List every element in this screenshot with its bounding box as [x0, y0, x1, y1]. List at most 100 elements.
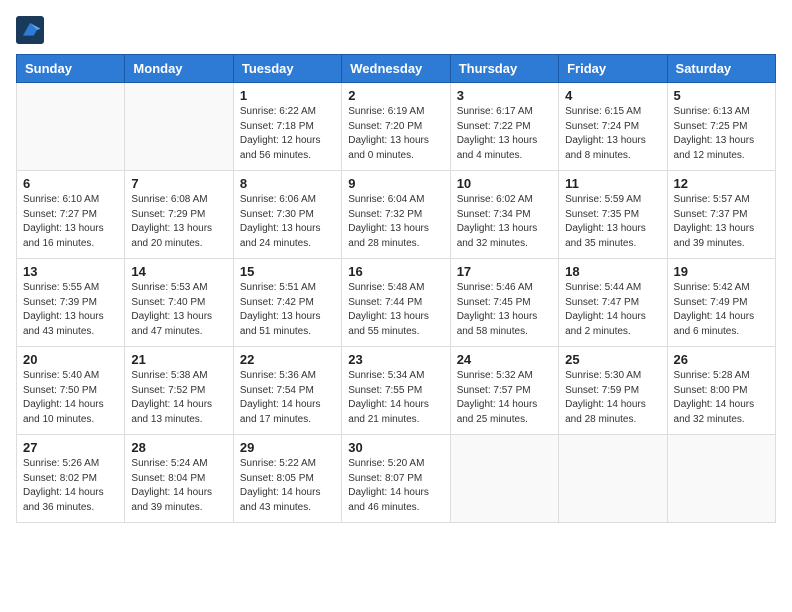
day-info: Sunrise: 6:08 AM Sunset: 7:29 PM Dayligh…: [131, 193, 226, 251]
day-number: 18: [565, 264, 660, 279]
calendar-cell: 7 Sunrise: 6:08 AM Sunset: 7:29 PM Daylig…: [125, 171, 233, 259]
day-info: Sunrise: 5:51 AM Sunset: 7:42 PM Dayligh…: [240, 281, 335, 339]
calendar-cell: 10 Sunrise: 6:02 AM Sunset: 7:34 PM Dayli…: [450, 171, 558, 259]
day-number: 2: [348, 88, 443, 103]
day-number: 9: [348, 176, 443, 191]
calendar-cell: 1 Sunrise: 6:22 AM Sunset: 7:18 PM Daylig…: [233, 83, 341, 171]
day-info: Sunrise: 6:02 AM Sunset: 7:34 PM Dayligh…: [457, 193, 552, 251]
day-number: 28: [131, 440, 226, 455]
week-row-2: 6Sunrise: 6:10 AM Sunset: 7:27 PM Daylig…: [17, 171, 776, 259]
calendar-cell: 23 Sunrise: 5:34 AM Sunset: 7:55 PM Dayli…: [342, 347, 450, 435]
day-info: Sunrise: 5:46 AM Sunset: 7:45 PM Dayligh…: [457, 281, 552, 339]
day-info: Sunrise: 5:59 AM Sunset: 7:35 PM Dayligh…: [565, 193, 660, 251]
weekday-header-saturday: Saturday: [667, 55, 775, 83]
day-info: Sunrise: 6:04 AM Sunset: 7:32 PM Dayligh…: [348, 193, 443, 251]
week-row-4: 20 Sunrise: 5:40 AM Sunset: 7:50 PM Dayli…: [17, 347, 776, 435]
weekday-header-monday: Monday: [125, 55, 233, 83]
day-info: Sunrise: 5:32 AM Sunset: 7:57 PM Dayligh…: [457, 369, 552, 427]
day-number: 24: [457, 352, 552, 367]
day-number: 4: [565, 88, 660, 103]
calendar-cell: 18 Sunrise: 5:44 AM Sunset: 7:47 PM Dayli…: [559, 259, 667, 347]
calendar-cell: 17 Sunrise: 5:46 AM Sunset: 7:45 PM Dayli…: [450, 259, 558, 347]
day-info: Sunrise: 6:22 AM Sunset: 7:18 PM Dayligh…: [240, 105, 335, 163]
day-number: 21: [131, 352, 226, 367]
day-number: 22: [240, 352, 335, 367]
day-info: Sunrise: 5:34 AM Sunset: 7:55 PM Dayligh…: [348, 369, 443, 427]
calendar-cell: 26 Sunrise: 5:28 AM Sunset: 8:00 PM Dayli…: [667, 347, 775, 435]
calendar-cell: 30Sunrise: 5:20 AM Sunset: 8:07 PM Dayli…: [342, 435, 450, 523]
calendar-cell: 20 Sunrise: 5:40 AM Sunset: 7:50 PM Dayli…: [17, 347, 125, 435]
day-info: Sunrise: 5:44 AM Sunset: 7:47 PM Dayligh…: [565, 281, 660, 339]
day-info: Sunrise: 5:48 AM Sunset: 7:44 PM Dayligh…: [348, 281, 443, 339]
calendar-cell: 22Sunrise: 5:36 AM Sunset: 7:54 PM Dayli…: [233, 347, 341, 435]
calendar-cell: 2 Sunrise: 6:19 AM Sunset: 7:20 PM Daylig…: [342, 83, 450, 171]
day-info: Sunrise: 5:30 AM Sunset: 7:59 PM Dayligh…: [565, 369, 660, 427]
calendar-cell: 16 Sunrise: 5:48 AM Sunset: 7:44 PM Dayli…: [342, 259, 450, 347]
day-number: 5: [674, 88, 769, 103]
day-info: Sunrise: 5:28 AM Sunset: 8:00 PM Dayligh…: [674, 369, 769, 427]
week-row-1: 1 Sunrise: 6:22 AM Sunset: 7:18 PM Daylig…: [17, 83, 776, 171]
day-number: 11: [565, 176, 660, 191]
day-info: Sunrise: 5:53 AM Sunset: 7:40 PM Dayligh…: [131, 281, 226, 339]
calendar-cell: 15 Sunrise: 5:51 AM Sunset: 7:42 PM Dayli…: [233, 259, 341, 347]
weekday-header-sunday: Sunday: [17, 55, 125, 83]
day-info: Sunrise: 5:55 AM Sunset: 7:39 PM Dayligh…: [23, 281, 118, 339]
day-number: 20: [23, 352, 118, 367]
week-row-5: 27 Sunrise: 5:26 AM Sunset: 8:02 PM Dayli…: [17, 435, 776, 523]
calendar-cell: [450, 435, 558, 523]
day-number: 14: [131, 264, 226, 279]
day-number: 15: [240, 264, 335, 279]
day-info: Sunrise: 6:10 AM Sunset: 7:27 PM Dayligh…: [23, 193, 118, 251]
day-info: Sunrise: 6:15 AM Sunset: 7:24 PM Dayligh…: [565, 105, 660, 163]
day-info: Sunrise: 6:06 AM Sunset: 7:30 PM Dayligh…: [240, 193, 335, 251]
calendar-cell: [559, 435, 667, 523]
weekday-header-friday: Friday: [559, 55, 667, 83]
day-number: 13: [23, 264, 118, 279]
day-info: Sunrise: 5:40 AM Sunset: 7:50 PM Dayligh…: [23, 369, 118, 427]
logo: [16, 16, 48, 44]
weekday-header-wednesday: Wednesday: [342, 55, 450, 83]
calendar-cell: [125, 83, 233, 171]
calendar-cell: [17, 83, 125, 171]
day-info: Sunrise: 6:19 AM Sunset: 7:20 PM Dayligh…: [348, 105, 443, 163]
day-info: Sunrise: 6:13 AM Sunset: 7:25 PM Dayligh…: [674, 105, 769, 163]
day-number: 30: [348, 440, 443, 455]
calendar-cell: 5 Sunrise: 6:13 AM Sunset: 7:25 PM Daylig…: [667, 83, 775, 171]
day-info: Sunrise: 5:26 AM Sunset: 8:02 PM Dayligh…: [23, 457, 118, 515]
day-number: 27: [23, 440, 118, 455]
day-number: 3: [457, 88, 552, 103]
weekday-header-thursday: Thursday: [450, 55, 558, 83]
day-number: 8: [240, 176, 335, 191]
day-info: Sunrise: 5:38 AM Sunset: 7:52 PM Dayligh…: [131, 369, 226, 427]
weekday-header-tuesday: Tuesday: [233, 55, 341, 83]
day-number: 23: [348, 352, 443, 367]
calendar-cell: 14 Sunrise: 5:53 AM Sunset: 7:40 PM Dayli…: [125, 259, 233, 347]
day-info: Sunrise: 5:22 AM Sunset: 8:05 PM Dayligh…: [240, 457, 335, 515]
day-info: Sunrise: 6:17 AM Sunset: 7:22 PM Dayligh…: [457, 105, 552, 163]
calendar-cell: 12 Sunrise: 5:57 AM Sunset: 7:37 PM Dayli…: [667, 171, 775, 259]
day-info: Sunrise: 5:24 AM Sunset: 8:04 PM Dayligh…: [131, 457, 226, 515]
day-number: 1: [240, 88, 335, 103]
day-number: 19: [674, 264, 769, 279]
day-number: 16: [348, 264, 443, 279]
day-number: 17: [457, 264, 552, 279]
calendar-cell: 4 Sunrise: 6:15 AM Sunset: 7:24 PM Daylig…: [559, 83, 667, 171]
day-number: 7: [131, 176, 226, 191]
calendar-cell: 21 Sunrise: 5:38 AM Sunset: 7:52 PM Dayli…: [125, 347, 233, 435]
day-number: 26: [674, 352, 769, 367]
calendar-cell: 11 Sunrise: 5:59 AM Sunset: 7:35 PM Dayli…: [559, 171, 667, 259]
calendar-cell: 25 Sunrise: 5:30 AM Sunset: 7:59 PM Dayli…: [559, 347, 667, 435]
day-info: Sunrise: 5:57 AM Sunset: 7:37 PM Dayligh…: [674, 193, 769, 251]
calendar-cell: [667, 435, 775, 523]
day-number: 10: [457, 176, 552, 191]
calendar-cell: 6Sunrise: 6:10 AM Sunset: 7:27 PM Daylig…: [17, 171, 125, 259]
day-info: Sunrise: 5:42 AM Sunset: 7:49 PM Dayligh…: [674, 281, 769, 339]
calendar-cell: 24 Sunrise: 5:32 AM Sunset: 7:57 PM Dayli…: [450, 347, 558, 435]
calendar-table: SundayMondayTuesdayWednesdayThursdayFrid…: [16, 54, 776, 523]
calendar-cell: 29Sunrise: 5:22 AM Sunset: 8:05 PM Dayli…: [233, 435, 341, 523]
calendar-cell: 19 Sunrise: 5:42 AM Sunset: 7:49 PM Dayli…: [667, 259, 775, 347]
calendar-cell: 28 Sunrise: 5:24 AM Sunset: 8:04 PM Dayli…: [125, 435, 233, 523]
day-number: 12: [674, 176, 769, 191]
day-number: 25: [565, 352, 660, 367]
calendar-cell: 13 Sunrise: 5:55 AM Sunset: 7:39 PM Dayli…: [17, 259, 125, 347]
